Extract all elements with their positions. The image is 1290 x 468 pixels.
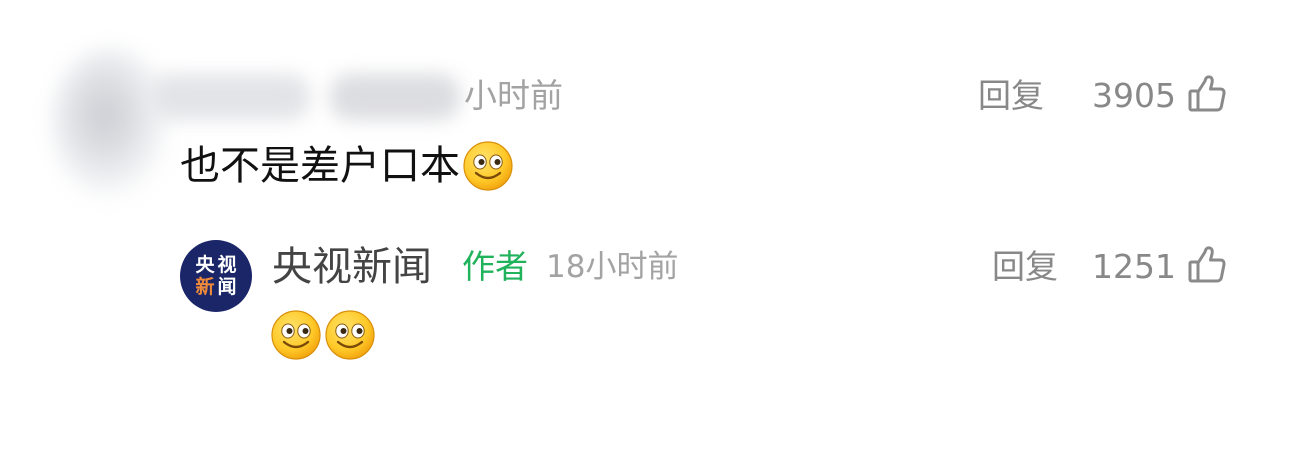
redacted-username-part [330, 74, 460, 120]
thumbs-up-icon[interactable] [1186, 243, 1228, 285]
avatar[interactable]: 央 视 新 闻 [180, 240, 252, 312]
avatar-char: 央 [195, 254, 215, 276]
thumbs-up-icon[interactable] [1186, 72, 1228, 114]
reply-text [270, 308, 376, 362]
comment-text-content: 也不是差户口本 [180, 143, 460, 189]
smile-emoji-icon [271, 310, 321, 360]
like-count: 3905 [1092, 76, 1176, 115]
avatar-char: 闻 [217, 276, 237, 298]
like-count: 1251 [1092, 247, 1176, 286]
smile-emoji-icon [325, 310, 375, 360]
comment-text: 也不是差户口本 [180, 138, 514, 194]
avatar-char: 新 [195, 276, 215, 298]
avatar-logo: 央 视 新 闻 [194, 254, 238, 298]
reply-author-name[interactable]: 央视新闻 [272, 242, 432, 292]
reply-time: 18小时前 [546, 249, 679, 285]
reply-button[interactable]: 回复 [978, 74, 1044, 118]
author-badge: 作者 [462, 247, 528, 286]
redacted-avatar[interactable] [52, 48, 170, 198]
redacted-username[interactable] [150, 74, 310, 120]
avatar-char: 视 [217, 254, 237, 276]
comment-time: 小时前 [464, 76, 563, 115]
smile-emoji-icon [463, 141, 513, 191]
reply-button[interactable]: 回复 [992, 245, 1058, 289]
